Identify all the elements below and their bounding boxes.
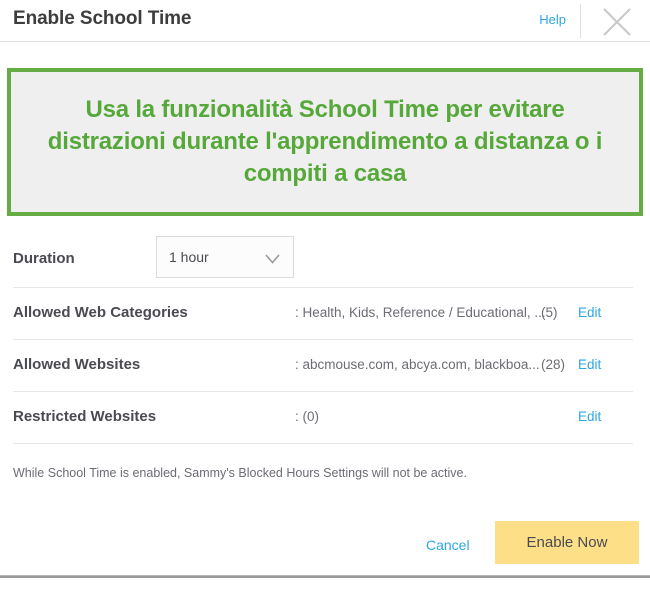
setting-label-allowed-web-categories: Allowed Web Categories — [13, 304, 188, 321]
cancel-button[interactable]: Cancel — [426, 537, 470, 553]
dialog-header: Enable School Time Help — [0, 0, 650, 42]
setting-label-restricted-websites: Restricted Websites — [13, 408, 157, 425]
setting-label-allowed-websites: Allowed Websites — [13, 356, 141, 373]
help-link[interactable]: Help — [539, 12, 566, 27]
duration-label: Duration — [13, 250, 75, 267]
header-divider — [580, 4, 581, 38]
enable-school-time-dialog: Enable School Time Help Usa la funzional… — [0, 0, 650, 590]
close-button[interactable] — [595, 1, 639, 43]
page-title: Enable School Time — [13, 8, 192, 29]
duration-select[interactable]: 1 hour — [156, 236, 294, 278]
edit-allowed-websites-link[interactable]: Edit — [578, 357, 601, 372]
duration-row: Duration 1 hour — [0, 236, 650, 286]
table-row: Restricted Websites : (0) Edit — [0, 391, 650, 443]
enable-now-button[interactable]: Enable Now — [495, 521, 639, 564]
setting-count-allowed-web-categories: (5) — [541, 305, 558, 320]
setting-value-allowed-web-categories: : Health, Kids, Reference / Educational,… — [295, 305, 546, 320]
setting-count-allowed-websites: (28) — [541, 357, 566, 372]
school-time-promo-banner: Usa la funzionalità School Time per evit… — [7, 68, 643, 216]
setting-value-allowed-websites: : abcmouse.com, abcya.com, blackboa... — [295, 357, 540, 372]
close-icon — [595, 1, 639, 43]
setting-value-restricted-websites: : (0) — [295, 409, 320, 424]
table-row: Allowed Websites : abcmouse.com, abcya.c… — [0, 339, 650, 391]
edit-allowed-web-categories-link[interactable]: Edit — [578, 305, 601, 320]
edit-restricted-websites-link[interactable]: Edit — [578, 409, 601, 424]
table-row: Allowed Web Categories : Health, Kids, R… — [0, 287, 650, 339]
divider — [13, 443, 633, 444]
promo-banner-text: Usa la funzionalità School Time per evit… — [47, 96, 603, 187]
school-time-note: While School Time is enabled, Sammy's Bl… — [13, 466, 467, 480]
duration-selected-value: 1 hour — [169, 249, 209, 265]
chevron-down-icon — [265, 252, 280, 264]
bottom-rule — [0, 575, 650, 578]
